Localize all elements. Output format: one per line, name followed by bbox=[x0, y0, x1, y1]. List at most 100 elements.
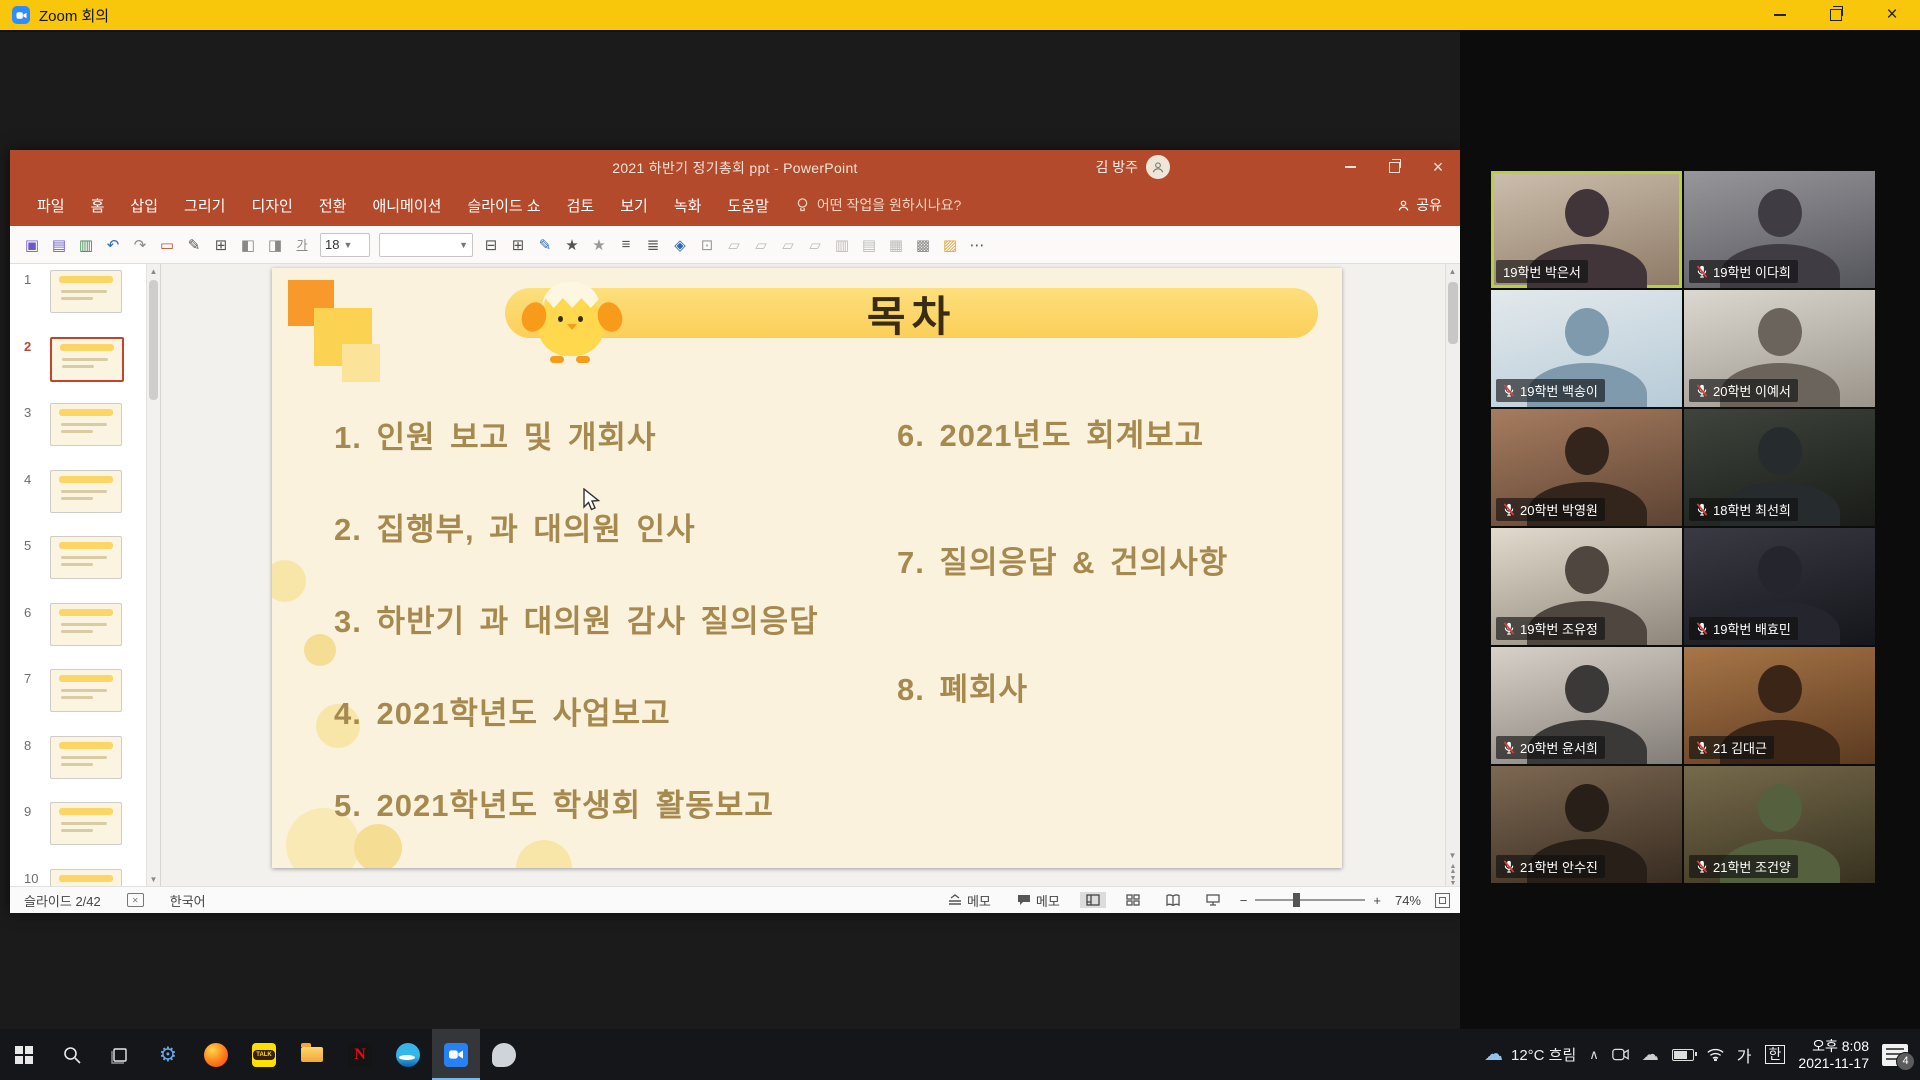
ppt-account-name[interactable]: 김 방주 bbox=[1095, 157, 1138, 177]
ribbon-tab-12[interactable]: 도움말 bbox=[714, 189, 781, 222]
language-status[interactable]: 한국어 bbox=[170, 891, 206, 910]
action-center-button[interactable]: 4 bbox=[1882, 1044, 1908, 1066]
wifi-icon[interactable] bbox=[1707, 1048, 1724, 1061]
align-objects-icon[interactable]: ▥ bbox=[830, 233, 854, 257]
tell-me-search[interactable]: 어떤 작업을 원하시나요? bbox=[796, 195, 961, 215]
normal-view-button[interactable] bbox=[1080, 892, 1106, 908]
ppt-minimize-button[interactable] bbox=[1328, 150, 1372, 184]
ribbon-tab-6[interactable]: 전환 bbox=[306, 189, 360, 222]
more-tools-icon[interactable]: ⋯ bbox=[965, 233, 989, 257]
zoom-slider-thumb[interactable] bbox=[1293, 893, 1300, 907]
save-icon[interactable]: ▣ bbox=[20, 233, 44, 257]
table-icon[interactable]: ⊞ bbox=[506, 233, 530, 257]
slide-thumbnail-2[interactable]: 2 bbox=[10, 337, 160, 397]
ppt-close-button[interactable]: × bbox=[1416, 150, 1460, 184]
next-slide-button[interactable]: ▼▼ bbox=[1446, 874, 1460, 886]
account-avatar[interactable] bbox=[1146, 155, 1170, 179]
minimize-button[interactable] bbox=[1752, 0, 1808, 30]
zoom-tray-icon[interactable] bbox=[1612, 1048, 1629, 1061]
distribute-h-icon[interactable]: ▤ bbox=[857, 233, 881, 257]
weather-widget[interactable]: ☁ 12°C 흐림 bbox=[1484, 1043, 1576, 1066]
distribute-v-icon[interactable]: ▦ bbox=[884, 233, 908, 257]
taskbar-whale-browser-button[interactable] bbox=[384, 1029, 432, 1080]
slide-thumbnail-8[interactable]: 8 bbox=[10, 736, 160, 796]
print-preview-icon[interactable]: ▥ bbox=[74, 233, 98, 257]
taskbar-paint-3d-button[interactable] bbox=[480, 1029, 528, 1080]
bring-forward-icon[interactable]: ▱ bbox=[722, 233, 746, 257]
star-filled-icon[interactable]: ★ bbox=[560, 233, 584, 257]
slideshow-view-button[interactable] bbox=[1200, 892, 1226, 908]
undo-icon[interactable]: ↶ bbox=[101, 233, 125, 257]
onedrive-icon[interactable]: ☁ bbox=[1642, 1045, 1659, 1065]
editor-scrollbar[interactable]: ▲ ▼ ▲▲ ▼▼ bbox=[1445, 264, 1460, 886]
layout-left-icon[interactable]: ◧ bbox=[236, 233, 260, 257]
taskbar-task-view-button[interactable] bbox=[96, 1029, 144, 1080]
taskbar-search-button[interactable] bbox=[48, 1029, 96, 1080]
ribbon-tab-3[interactable]: 삽입 bbox=[117, 189, 171, 222]
slide-canvas[interactable]: 목차 1. 인원 보고 및 개회사2. 집행부, 과 대의원 인사3. 하반기 … bbox=[272, 268, 1342, 868]
shapes-icon[interactable]: ◈ bbox=[668, 233, 692, 257]
previous-slide-button[interactable]: ▲▲ bbox=[1446, 862, 1460, 874]
font-name-combobox[interactable]: ▼ bbox=[379, 233, 473, 257]
send-backward-icon[interactable]: ▱ bbox=[749, 233, 773, 257]
font-size-combobox[interactable]: 18▼ bbox=[320, 233, 370, 257]
keyboard-layout-indicator[interactable]: 한 bbox=[1765, 1045, 1786, 1064]
new-slide-icon[interactable]: ⊞ bbox=[209, 233, 233, 257]
font-shrink-icon[interactable]: 가 bbox=[290, 233, 314, 257]
fit-slide-button[interactable] bbox=[1435, 893, 1450, 908]
toc-item[interactable]: 8. 폐회사 bbox=[897, 664, 1228, 709]
slide-thumbnail-7[interactable]: 7 bbox=[10, 669, 160, 729]
draw-pen-icon[interactable]: ✎ bbox=[182, 233, 206, 257]
toc-item[interactable]: 7. 질의응답 & 건의사항 bbox=[897, 537, 1228, 582]
slide-thumbnail-4[interactable]: 4 bbox=[10, 470, 160, 530]
toc-item[interactable]: 3. 하반기 과 대의원 감사 질의응답 bbox=[334, 596, 819, 641]
taskbar-file-explorer-button[interactable] bbox=[288, 1029, 336, 1080]
zoom-slider[interactable]: − + bbox=[1240, 893, 1381, 908]
participant-tile-12[interactable]: 21학번 조건양 bbox=[1684, 766, 1875, 883]
redo-icon[interactable]: ↷ bbox=[128, 233, 152, 257]
slide-thumbnail-1[interactable]: 1 bbox=[10, 270, 160, 330]
participant-tile-9[interactable]: 20학번 윤서희 bbox=[1491, 647, 1682, 764]
taskbar-start-button[interactable] bbox=[0, 1029, 48, 1080]
ribbon-tab-4[interactable]: 그리기 bbox=[171, 189, 238, 222]
participant-tile-10[interactable]: 21 김대근 bbox=[1684, 647, 1875, 764]
taskbar-netflix-button[interactable]: N bbox=[336, 1029, 384, 1080]
participant-tile-2[interactable]: 19학번 이다희 bbox=[1684, 171, 1875, 288]
bring-front-icon[interactable]: ▱ bbox=[776, 233, 800, 257]
participant-tile-4[interactable]: 20학번 이예서 bbox=[1684, 290, 1875, 407]
toc-item[interactable]: 6. 2021년도 회계보고 bbox=[897, 410, 1228, 455]
toc-item[interactable]: 5. 2021학년도 학생회 활동보고 bbox=[334, 780, 819, 825]
tray-expand-button[interactable]: ∧ bbox=[1589, 1047, 1599, 1063]
slide-indicator[interactable]: 슬라이드 2/42 bbox=[24, 891, 101, 910]
ribbon-tab-1[interactable]: 파일 bbox=[24, 189, 78, 222]
send-back-icon[interactable]: ▱ bbox=[803, 233, 827, 257]
participant-tile-1[interactable]: 19학번 박은서 bbox=[1491, 171, 1682, 288]
group-icon[interactable]: ⊡ bbox=[695, 233, 719, 257]
theme-colors-icon[interactable]: ▨ bbox=[938, 233, 962, 257]
participant-tile-11[interactable]: 21학번 안수진 bbox=[1491, 766, 1682, 883]
layout-right-icon[interactable]: ◨ bbox=[263, 233, 287, 257]
align-justify-icon[interactable]: ≣ bbox=[641, 233, 665, 257]
start-slideshow-icon[interactable]: ▭ bbox=[155, 233, 179, 257]
ribbon-tab-7[interactable]: 애니메이션 bbox=[359, 189, 454, 222]
participant-tile-7[interactable]: 19학번 조유정 bbox=[1491, 528, 1682, 645]
toc-item[interactable]: 4. 2021학년도 사업보고 bbox=[334, 688, 819, 733]
reading-view-button[interactable] bbox=[1160, 892, 1186, 908]
ribbon-tab-10[interactable]: 보기 bbox=[607, 189, 661, 222]
system-clock[interactable]: 오후 8:08 2021-11-17 bbox=[1798, 1038, 1869, 1072]
ribbon-tab-5[interactable]: 디자인 bbox=[238, 189, 305, 222]
slide-thumbnail-3[interactable]: 3 bbox=[10, 403, 160, 463]
zoom-level[interactable]: 74% bbox=[1395, 893, 1421, 908]
ribbon-tab-2[interactable]: 홈 bbox=[78, 189, 118, 222]
ribbon-tab-9[interactable]: 검토 bbox=[554, 189, 608, 222]
notes-toggle-button[interactable]: 메모 bbox=[942, 889, 997, 912]
edit-shape-icon[interactable]: ✎ bbox=[533, 233, 557, 257]
accessibility-check-icon[interactable]: ✕ bbox=[127, 893, 144, 907]
align-left-icon[interactable]: ≡ bbox=[614, 233, 638, 257]
restore-button[interactable] bbox=[1808, 0, 1864, 30]
slide-layout-icon[interactable]: ⊟ bbox=[479, 233, 503, 257]
ppt-restore-button[interactable] bbox=[1372, 150, 1416, 184]
taskbar-zoom-button[interactable] bbox=[432, 1029, 480, 1080]
slide-thumbnail-9[interactable]: 9 bbox=[10, 802, 160, 862]
star-outline-icon[interactable]: ★ bbox=[587, 233, 611, 257]
